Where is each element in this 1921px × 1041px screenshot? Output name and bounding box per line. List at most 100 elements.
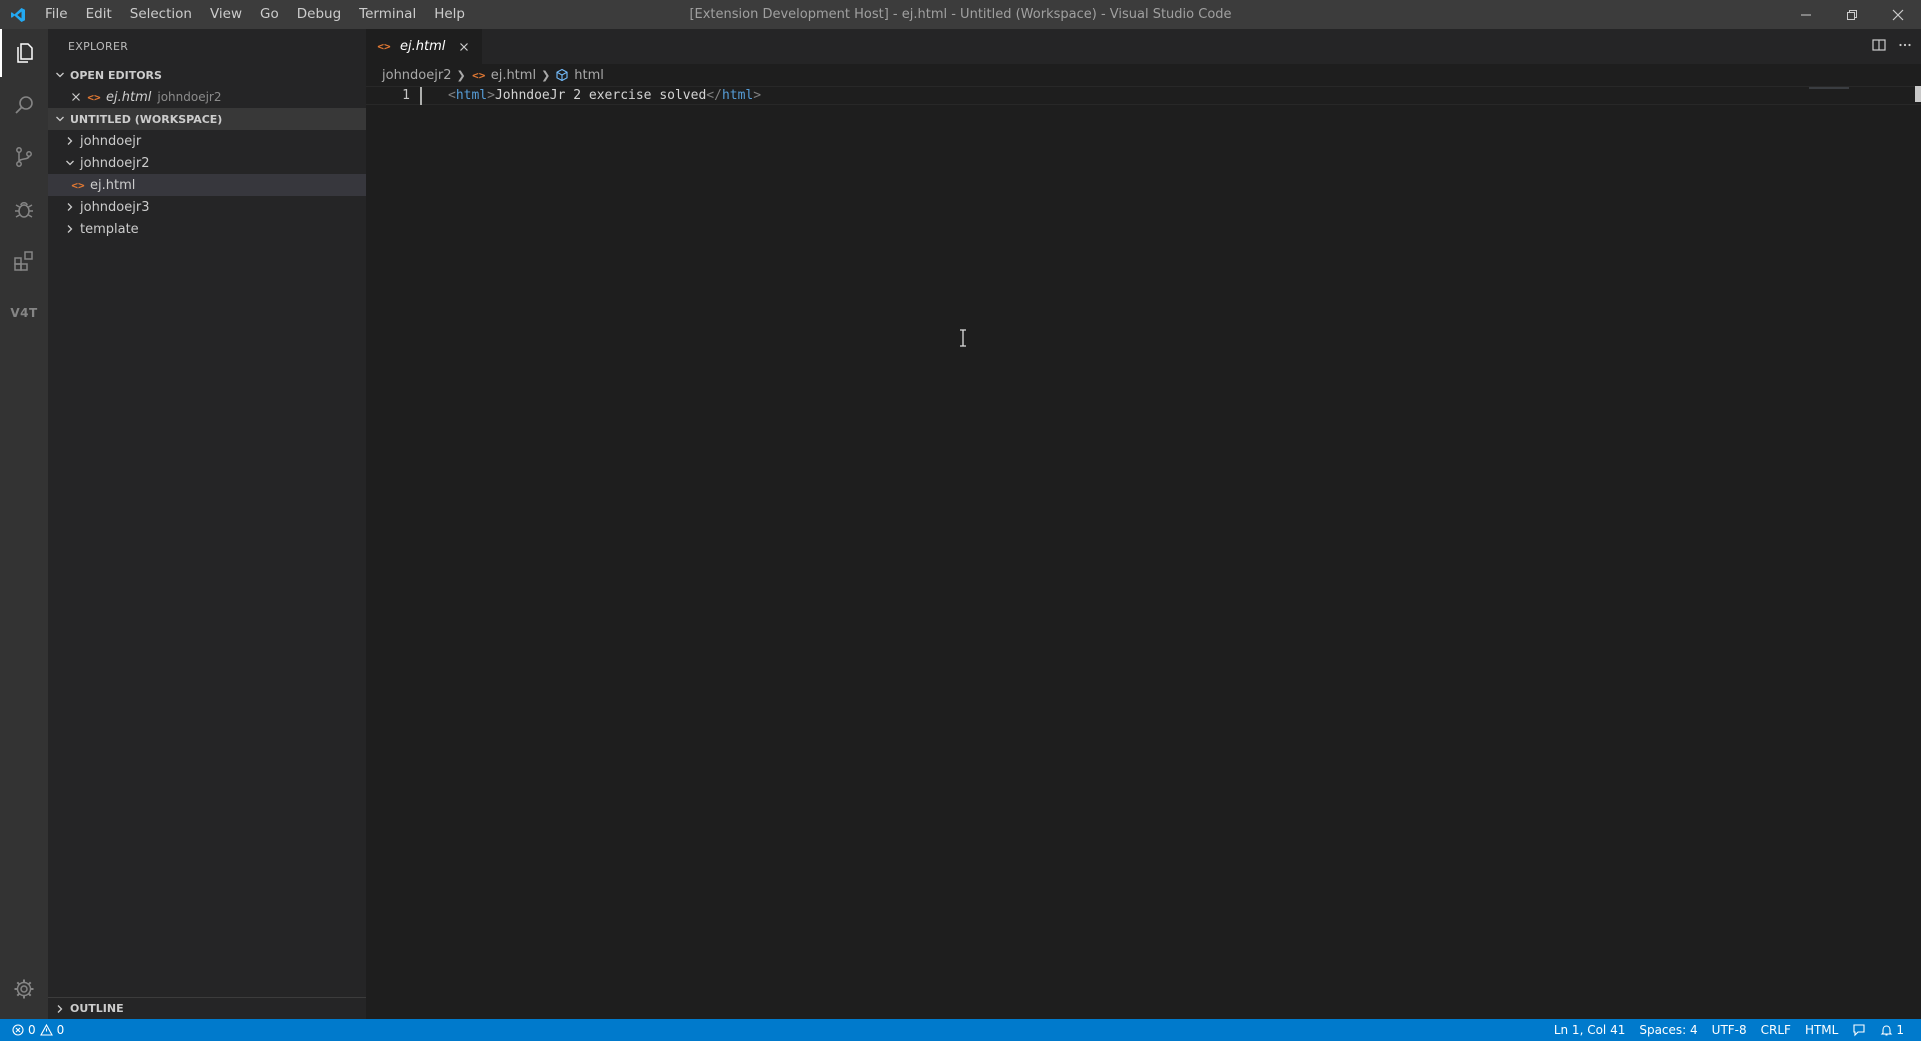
chevron-right-icon: ❯ bbox=[541, 68, 551, 82]
chevron-right-icon bbox=[62, 199, 78, 215]
chevron-down-icon bbox=[62, 155, 78, 171]
breadcrumb-file[interactable]: ej.html bbox=[491, 68, 536, 83]
open-editor-item[interactable]: <> ej.html johndoejr2 bbox=[48, 86, 366, 108]
token-tag: html bbox=[455, 88, 488, 103]
token-punct: < bbox=[448, 88, 456, 103]
html-file-icon: <> bbox=[377, 40, 391, 53]
indentation[interactable]: Spaces: 4 bbox=[1632, 1019, 1704, 1041]
open-editor-filename: ej.html bbox=[106, 89, 152, 105]
ibeam-cursor-icon bbox=[958, 329, 968, 351]
menu-debug[interactable]: Debug bbox=[288, 0, 350, 29]
cursor-position[interactable]: Ln 1, Col 41 bbox=[1547, 1019, 1633, 1041]
source-control-activity[interactable] bbox=[0, 133, 48, 181]
close-editor-icon[interactable] bbox=[68, 89, 84, 105]
workspace-header[interactable]: UNTITLED (WORKSPACE) bbox=[48, 108, 366, 130]
tab-ej-html[interactable]: <> ej.html bbox=[366, 29, 482, 64]
title-bar: File Edit Selection View Go Debug Termin… bbox=[0, 0, 1921, 29]
menu-edit[interactable]: Edit bbox=[77, 0, 121, 29]
extensions-activity[interactable] bbox=[0, 237, 48, 285]
activity-bar: V4T bbox=[0, 29, 48, 1019]
manage-activity[interactable] bbox=[0, 965, 48, 1013]
overview-ruler-cursor[interactable] bbox=[1915, 86, 1921, 102]
token-tag: html bbox=[721, 88, 754, 103]
open-editors-label: OPEN EDITORS bbox=[70, 68, 162, 82]
split-editor-button[interactable] bbox=[1871, 37, 1887, 57]
close-icon bbox=[1892, 9, 1904, 20]
tree-item-label: johndoejr3 bbox=[80, 199, 150, 215]
minimap[interactable] bbox=[1809, 87, 1849, 89]
vscode-logo-icon bbox=[0, 0, 36, 29]
explorer-sidebar: EXPLORER OPEN EDITORS <> ej.html johndoe… bbox=[48, 29, 366, 1019]
status-right: Ln 1, Col 41 Spaces: 4 UTF-8 CRLF HTML 1 bbox=[1547, 1019, 1911, 1041]
end-of-line[interactable]: CRLF bbox=[1754, 1019, 1798, 1041]
error-icon bbox=[12, 1024, 24, 1036]
token-punct: > bbox=[487, 88, 495, 103]
debug-activity[interactable] bbox=[0, 185, 48, 233]
extensions-icon bbox=[14, 251, 33, 271]
v4t-extension-activity[interactable]: V4T bbox=[0, 289, 48, 337]
menu-view[interactable]: View bbox=[201, 0, 251, 29]
html-file-icon: <> bbox=[87, 90, 101, 104]
restore-icon bbox=[1847, 9, 1857, 20]
menu-help[interactable]: Help bbox=[425, 0, 474, 29]
search-activity[interactable] bbox=[0, 81, 48, 129]
breadcrumb-symbol[interactable]: html bbox=[574, 68, 604, 83]
menu-terminal[interactable]: Terminal bbox=[350, 0, 425, 29]
editor-area: <> ej.html johndoejr2 ❯ <> ej.html ❯ htm… bbox=[366, 29, 1921, 1019]
tree-item-label: ej.html bbox=[90, 177, 136, 193]
notification-count: 1 bbox=[1896, 1023, 1904, 1037]
source-control-icon bbox=[16, 147, 32, 167]
ellipsis-icon bbox=[1899, 43, 1911, 46]
code-line[interactable]: 1 <html>JohndoeJr 2 exercise solved</htm… bbox=[366, 86, 1921, 105]
tree-file-ej-html[interactable]: <> ej.html bbox=[48, 174, 366, 196]
code-text[interactable]: <html>JohndoeJr 2 exercise solved</html> bbox=[448, 88, 761, 103]
chevron-right-icon bbox=[62, 133, 78, 149]
html-file-icon: <> bbox=[71, 178, 85, 192]
more-actions-button[interactable] bbox=[1897, 37, 1913, 57]
language-mode[interactable]: HTML bbox=[1798, 1019, 1845, 1041]
search-icon bbox=[15, 96, 33, 114]
workspace-label: UNTITLED (WORKSPACE) bbox=[70, 112, 223, 126]
tab-label: ej.html bbox=[400, 39, 446, 54]
explorer-activity[interactable] bbox=[0, 29, 48, 77]
text-cursor bbox=[420, 86, 422, 105]
menu-selection[interactable]: Selection bbox=[121, 0, 201, 29]
tree-folder-johndoejr[interactable]: johndoejr bbox=[48, 130, 366, 152]
breadcrumb-folder[interactable]: johndoejr2 bbox=[382, 68, 451, 83]
tab-close-button[interactable] bbox=[456, 39, 472, 55]
menu-go[interactable]: Go bbox=[251, 0, 288, 29]
feedback-icon bbox=[1853, 1024, 1865, 1037]
tree-folder-johndoejr3[interactable]: johndoejr3 bbox=[48, 196, 366, 218]
html-file-icon: <> bbox=[472, 68, 486, 82]
open-editors-header[interactable]: OPEN EDITORS bbox=[48, 64, 366, 86]
problems-indicator[interactable]: 0 0 bbox=[0, 1023, 64, 1037]
tree-item-label: johndoejr2 bbox=[80, 155, 150, 171]
split-editor-icon bbox=[1872, 38, 1886, 51]
editor-tabs: <> ej.html bbox=[366, 29, 1921, 64]
warning-icon bbox=[39, 1024, 53, 1036]
line-number: 1 bbox=[402, 88, 410, 103]
warning-count: 0 bbox=[56, 1023, 65, 1037]
gear-icon bbox=[14, 979, 34, 999]
encoding[interactable]: UTF-8 bbox=[1705, 1019, 1754, 1041]
status-bar: 0 0 Ln 1, Col 41 Spaces: 4 UTF-8 CRLF HT… bbox=[0, 1019, 1921, 1041]
breadcrumb: johndoejr2 ❯ <> ej.html ❯ html bbox=[366, 64, 1921, 86]
token-text: JohndoeJr 2 exercise solved bbox=[494, 88, 707, 103]
feedback-button[interactable] bbox=[1845, 1019, 1873, 1041]
close-window-button[interactable] bbox=[1875, 0, 1921, 29]
minimize-button[interactable] bbox=[1783, 0, 1829, 29]
editor-actions bbox=[1871, 29, 1913, 64]
chevron-right-icon: ❯ bbox=[456, 68, 466, 82]
tree-folder-johndoejr2[interactable]: johndoejr2 bbox=[48, 152, 366, 174]
bug-icon bbox=[15, 202, 33, 218]
restore-button[interactable] bbox=[1829, 0, 1875, 29]
bell-icon bbox=[1881, 1024, 1893, 1036]
close-icon bbox=[460, 42, 468, 51]
error-count: 0 bbox=[28, 1023, 36, 1037]
notifications-button[interactable]: 1 bbox=[1873, 1019, 1911, 1041]
token-punct: > bbox=[753, 88, 762, 103]
chevron-down-icon bbox=[52, 67, 68, 83]
outline-header[interactable]: OUTLINE bbox=[48, 997, 366, 1019]
menu-file[interactable]: File bbox=[36, 0, 77, 29]
tree-folder-template[interactable]: template bbox=[48, 218, 366, 240]
